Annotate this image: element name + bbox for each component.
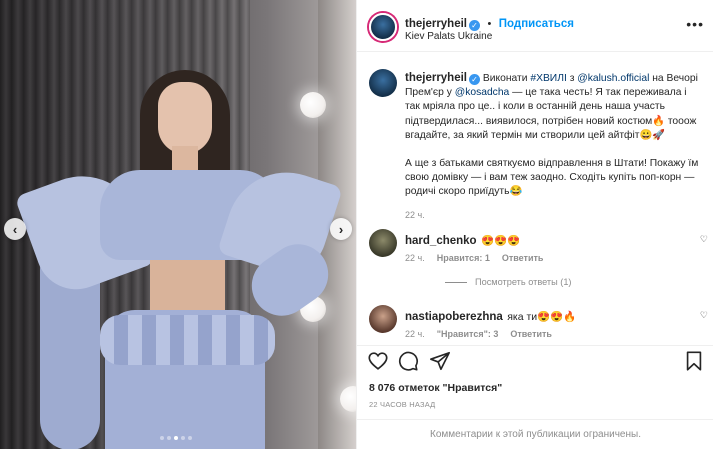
caption-avatar[interactable] bbox=[369, 69, 397, 97]
verified-icon: ✓ bbox=[469, 74, 480, 85]
mention-link[interactable]: @kalush.official bbox=[577, 73, 649, 84]
replies-line bbox=[445, 281, 467, 283]
comment-icon[interactable] bbox=[397, 350, 419, 372]
commenter-avatar[interactable] bbox=[369, 305, 397, 333]
comment-item: nastiapoberezhna яка ти😍😍🔥 bbox=[405, 307, 576, 325]
comment-item: hard_chenko 😍😍😍 bbox=[405, 231, 520, 249]
caption-username[interactable]: thejerryheil bbox=[405, 72, 467, 84]
caption-text: А ще з батьками святкуємо відправлення в… bbox=[405, 158, 699, 198]
reply-button[interactable]: Ответить bbox=[510, 329, 552, 339]
comment-likes[interactable]: Нравится: 1 bbox=[437, 253, 490, 263]
caption-text: Виконати bbox=[480, 73, 531, 84]
figure-face bbox=[158, 82, 212, 154]
comment-meta: 22 ч. Нравится: 1 Ответить bbox=[405, 253, 543, 263]
likes-count[interactable]: 8 076 отметок "Нравится" bbox=[369, 382, 502, 394]
comment-text: яка ти😍😍🔥 bbox=[507, 311, 577, 323]
caption-gap bbox=[405, 143, 701, 157]
view-replies-label: Посмотреть ответы (1) bbox=[475, 277, 572, 287]
follow-button[interactable]: Подписаться bbox=[499, 18, 574, 30]
post-sidebar: thejerryheil ✓ • Подписаться Kiev Palats … bbox=[356, 0, 713, 449]
post-caption: thejerryheil ✓ Виконати #ХВИЛІ з @kalush.… bbox=[405, 71, 701, 222]
carousel-dot bbox=[181, 436, 185, 440]
commenter-avatar[interactable] bbox=[369, 229, 397, 257]
comment-username[interactable]: hard_chenko bbox=[405, 235, 477, 247]
comments-disabled-notice: Комментарии к этой публикации ограничены… bbox=[357, 419, 713, 449]
prev-photo-button[interactable]: ‹ bbox=[4, 218, 26, 240]
carousel-dot bbox=[167, 436, 171, 440]
share-icon[interactable] bbox=[429, 350, 451, 372]
post-time[interactable]: 22 ЧАСОВ НАЗАД bbox=[369, 400, 435, 409]
carousel-dot bbox=[160, 436, 164, 440]
comment-meta: 22 ч. "Нравится": 3 Ответить bbox=[405, 329, 552, 339]
verified-icon: ✓ bbox=[469, 20, 480, 31]
comment-like-icon[interactable]: ♡ bbox=[700, 310, 708, 321]
comment-like-icon[interactable]: ♡ bbox=[700, 234, 708, 245]
hashtag-link[interactable]: #ХВИЛІ bbox=[530, 73, 566, 84]
header-separator: • bbox=[487, 18, 492, 30]
comment-likes[interactable]: "Нравится": 3 bbox=[437, 329, 499, 339]
comment-time[interactable]: 22 ч. bbox=[405, 329, 425, 339]
carousel-indicator bbox=[160, 436, 192, 440]
mention-link[interactable]: @kosadcha bbox=[455, 87, 510, 98]
instagram-post-modal: ‹ › thejerryheil ✓ • Подписаться Kiev Pal… bbox=[0, 0, 713, 449]
figure-ruffle bbox=[100, 315, 275, 365]
comments-scroll[interactable]: thejerryheil ✓ Виконати #ХВИЛІ з @kalush.… bbox=[357, 53, 713, 345]
mirror-bulb bbox=[300, 92, 326, 118]
post-location[interactable]: Kiev Palats Ukraine bbox=[405, 31, 492, 42]
carousel-dot bbox=[174, 436, 178, 440]
author-avatar[interactable] bbox=[369, 13, 397, 41]
post-actions: 8 076 отметок "Нравится" bbox=[357, 345, 713, 405]
comment-username[interactable]: nastiapoberezhna bbox=[405, 311, 503, 323]
next-photo-button[interactable]: › bbox=[330, 218, 352, 240]
comment-time[interactable]: 22 ч. bbox=[405, 253, 425, 263]
caption-text: з bbox=[566, 73, 578, 84]
more-options-icon[interactable]: ••• bbox=[686, 16, 704, 32]
caption-time[interactable]: 22 ч. bbox=[405, 208, 701, 222]
view-replies-button[interactable]: Посмотреть ответы (1) bbox=[445, 277, 572, 287]
reply-button[interactable]: Ответить bbox=[502, 253, 544, 263]
author-username[interactable]: thejerryheil bbox=[405, 18, 467, 30]
post-photo[interactable]: ‹ › bbox=[0, 0, 356, 449]
bookmark-icon[interactable] bbox=[683, 350, 705, 372]
post-header: thejerryheil ✓ • Подписаться Kiev Palats … bbox=[357, 0, 713, 52]
comment-text: 😍😍😍 bbox=[481, 235, 521, 247]
heart-icon[interactable] bbox=[367, 350, 389, 372]
author-line: thejerryheil ✓ • Подписаться bbox=[405, 14, 574, 32]
carousel-dot bbox=[188, 436, 192, 440]
